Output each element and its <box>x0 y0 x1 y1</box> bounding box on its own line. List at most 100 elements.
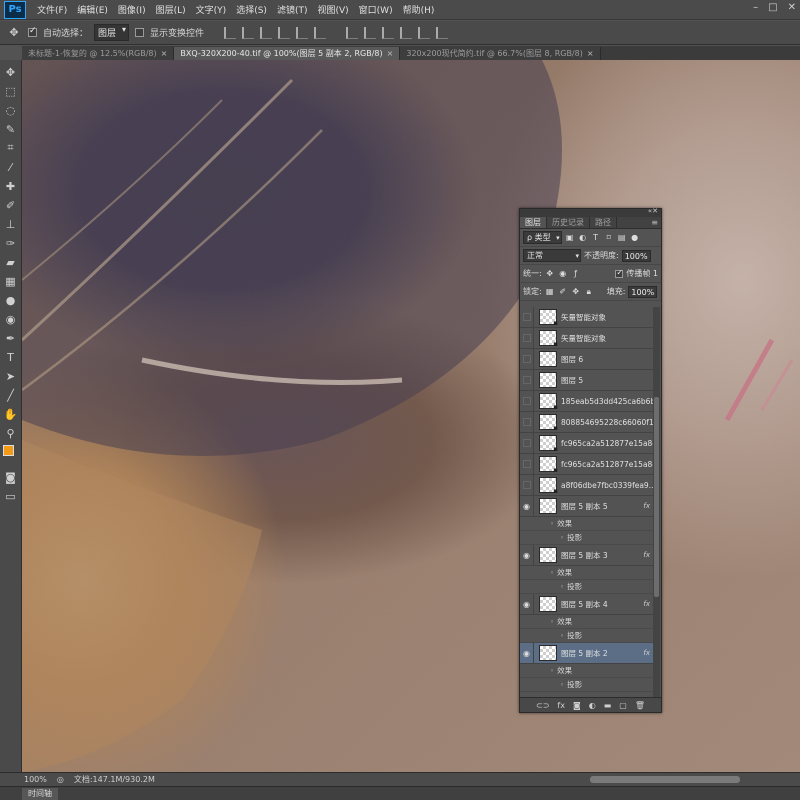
quick-mask-icon[interactable]: ◙ <box>3 469 19 485</box>
layer-name[interactable]: 图层 5 副本 3 <box>561 550 643 561</box>
shape-tool-icon[interactable]: ╱ <box>3 387 19 403</box>
screen-mode-icon[interactable]: ▭ <box>3 488 19 504</box>
tab-history[interactable]: 历史记录 <box>547 217 590 228</box>
pixel-filter-icon[interactable]: ▣ <box>565 233 575 243</box>
document-canvas[interactable] <box>22 60 800 772</box>
effect-visibility-icon[interactable]: ◦ <box>560 583 564 591</box>
unify-position-icon[interactable]: ✥ <box>545 269 555 279</box>
menu-help[interactable]: 帮助(H) <box>398 3 440 16</box>
effect-visibility-icon[interactable]: ◦ <box>560 632 564 640</box>
auto-select-checkbox[interactable] <box>28 26 37 37</box>
layer-row[interactable]: 185eab5d3dd425ca6b6b... <box>520 390 654 412</box>
layer-name[interactable]: 图层 5 副本 5 <box>561 501 643 512</box>
align-vcenter-icon[interactable] <box>242 26 255 39</box>
smart-filter-icon[interactable]: ▤ <box>617 233 627 243</box>
layer-name[interactable]: 808854695228c66060f1... <box>561 418 654 427</box>
layer-name[interactable]: fc965ca2a512877e15a8c... <box>561 460 654 469</box>
layer-name[interactable]: 图层 5 副本 4 <box>561 599 643 610</box>
blend-mode-dropdown[interactable]: 正常 <box>523 249 581 262</box>
foreground-color-swatch[interactable] <box>2 445 14 456</box>
maximize-button[interactable]: □ <box>768 2 777 13</box>
menu-edit[interactable]: 编辑(E) <box>72 3 113 16</box>
distribute-bottom-icon[interactable] <box>382 26 395 39</box>
show-transform-checkbox[interactable] <box>135 28 145 37</box>
close-tab-icon[interactable]: × <box>587 49 594 58</box>
filter-toggle-icon[interactable]: ● <box>630 233 640 243</box>
document-tab-3[interactable]: 320x200现代简约.tif @ 66.7%(图层 8, RGB/8) × <box>400 47 601 60</box>
menu-image[interactable]: 图像(I) <box>113 3 151 16</box>
visibility-eye-icon[interactable]: ◉ <box>520 495 534 517</box>
effects-row[interactable]: ◦ 效果 <box>520 517 654 531</box>
lock-transparency-icon[interactable]: ▦ <box>545 287 555 297</box>
layer-name[interactable]: 图层 5 <box>561 375 654 386</box>
type-filter-icon[interactable]: T <box>591 233 601 243</box>
hand-tool-icon[interactable]: ✋ <box>3 406 19 422</box>
close-tab-icon[interactable]: × <box>387 49 394 58</box>
distribute-hcenter-icon[interactable] <box>418 26 431 39</box>
align-bottom-icon[interactable] <box>260 26 273 39</box>
lock-pixels-icon[interactable]: ✐ <box>558 287 568 297</box>
fill-input[interactable]: 100% <box>628 285 658 298</box>
align-top-icon[interactable] <box>224 26 237 39</box>
zoom-tool-icon[interactable]: ⚲ <box>3 425 19 441</box>
layer-row[interactable]: 808854695228c66060f1... <box>520 411 654 433</box>
propagate-checkbox[interactable] <box>615 268 624 278</box>
timeline-tab[interactable]: 时间轴 <box>22 788 58 800</box>
menu-select[interactable]: 选择(S) <box>231 3 272 16</box>
pen-tool-icon[interactable]: ✒ <box>3 330 19 346</box>
layer-fx-icon[interactable]: fx <box>643 551 650 559</box>
panel-menu-icon[interactable]: ≡ <box>651 217 661 228</box>
effect-visibility-icon[interactable]: ◦ <box>550 667 554 675</box>
effects-row[interactable]: ◦ 效果 <box>520 615 654 629</box>
layer-row[interactable]: 矢量智能对象 <box>520 327 654 349</box>
menu-layer[interactable]: 图层(L) <box>151 3 191 16</box>
visibility-eye-icon[interactable] <box>520 369 534 391</box>
lock-all-icon[interactable]: 🔒︎ <box>584 287 594 297</box>
layer-row[interactable]: ◉ 图层 5 副本 3 fx <box>520 544 654 566</box>
layer-thumbnail[interactable] <box>539 393 558 411</box>
effect-item-row[interactable]: ◦ 投影 <box>520 531 654 545</box>
menu-window[interactable]: 窗口(W) <box>354 3 398 16</box>
eyedropper-tool-icon[interactable]: ⁄ <box>3 159 19 175</box>
eraser-tool-icon[interactable]: ▰ <box>3 254 19 270</box>
new-layer-icon[interactable]: ▢ <box>619 701 627 710</box>
brush-tool-icon[interactable]: ✐ <box>3 197 19 213</box>
dodge-tool-icon[interactable]: ◉ <box>3 311 19 327</box>
shape-filter-icon[interactable]: ⌑ <box>604 233 614 243</box>
layer-thumbnail[interactable] <box>539 547 557 563</box>
move-tool-preset-icon[interactable]: ✥ <box>6 25 22 41</box>
visibility-eye-icon[interactable] <box>520 327 534 349</box>
trash-icon[interactable]: 🗑︎ <box>635 701 645 710</box>
blur-tool-icon[interactable]: ● <box>3 292 19 308</box>
adjustment-icon[interactable]: ◐ <box>589 701 596 710</box>
layer-thumbnail[interactable] <box>539 309 558 327</box>
layer-thumbnail[interactable] <box>539 596 557 612</box>
close-button[interactable]: ✕ <box>788 2 796 13</box>
visibility-eye-icon[interactable]: ◉ <box>520 642 534 664</box>
distribute-left-icon[interactable] <box>400 26 413 39</box>
layer-name[interactable]: a8f06dbe7fbc0339fea9... <box>561 481 654 490</box>
layer-thumbnail[interactable] <box>539 435 558 453</box>
effects-row[interactable]: ◦ 效果 <box>520 566 654 580</box>
layer-row[interactable]: a8f06dbe7fbc0339fea9... <box>520 474 654 496</box>
effect-visibility-icon[interactable]: ◦ <box>560 534 564 542</box>
quick-select-tool-icon[interactable]: ✎ <box>3 121 19 137</box>
layer-name[interactable]: 矢量智能对象 <box>561 333 654 344</box>
layer-list-scrollbar[interactable] <box>653 307 660 697</box>
layer-fx-icon[interactable]: fx <box>643 649 650 657</box>
move-tool-icon[interactable]: ✥ <box>3 64 19 80</box>
visibility-eye-icon[interactable] <box>520 453 534 475</box>
unify-style-icon[interactable]: ƒ <box>571 269 581 279</box>
color-swatches[interactable] <box>2 444 20 466</box>
panel-titlebar[interactable]: «✕ <box>520 207 661 217</box>
status-icon[interactable]: ◎ <box>57 775 64 784</box>
align-hcenter-icon[interactable] <box>296 26 309 39</box>
visibility-eye-icon[interactable]: ◉ <box>520 544 534 566</box>
auto-select-target-dropdown[interactable]: 图层 <box>94 24 130 41</box>
clone-stamp-tool-icon[interactable]: ⊥ <box>3 216 19 232</box>
menu-type[interactable]: 文字(Y) <box>191 3 232 16</box>
align-left-icon[interactable] <box>278 26 291 39</box>
layer-row[interactable]: 图层 5 <box>520 369 654 391</box>
visibility-eye-icon[interactable] <box>520 474 534 496</box>
document-info[interactable]: 文档:147.1M/930.2M <box>74 774 155 785</box>
